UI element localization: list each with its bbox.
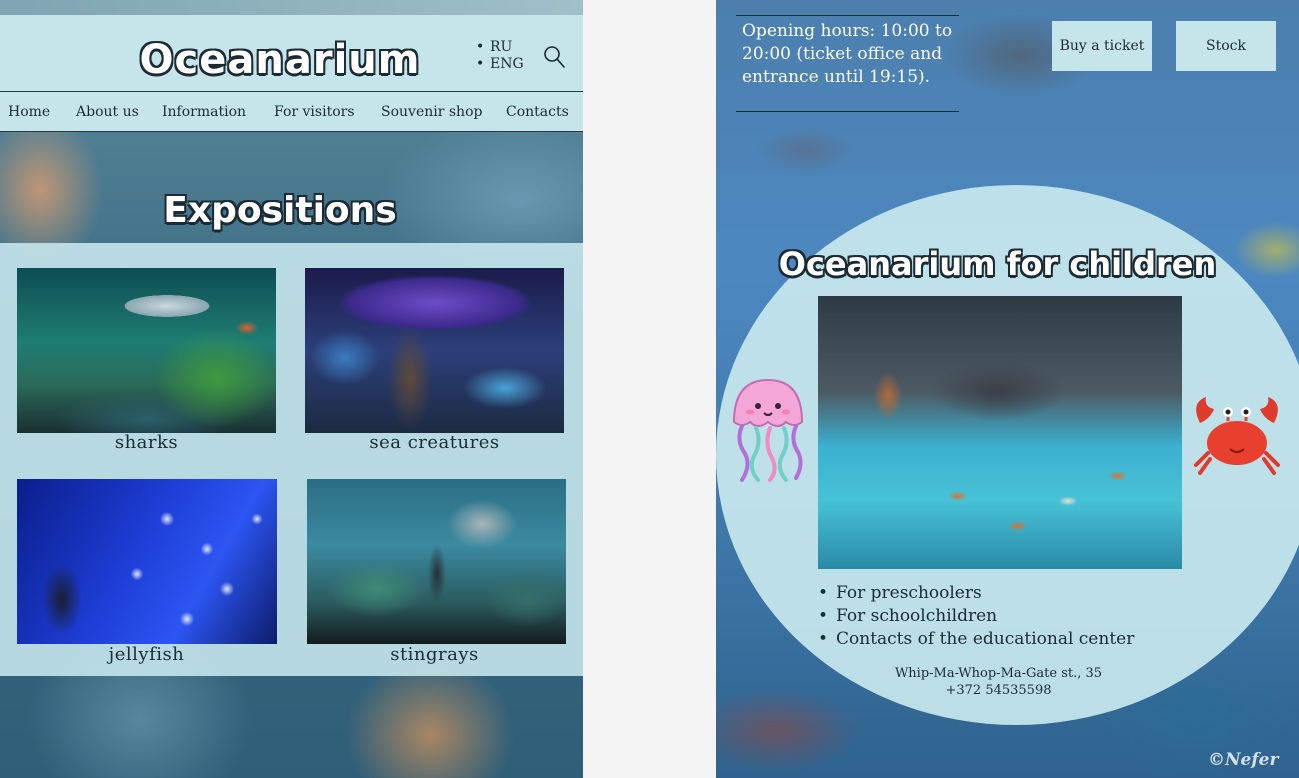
main-navigation: Home About us Information For visitors S… <box>0 91 583 132</box>
educational-center-contacts-link[interactable]: Contacts of the educational center <box>818 628 1134 651</box>
sharks-caption[interactable]: sharks <box>17 432 276 453</box>
sea-creatures-image[interactable] <box>305 268 564 433</box>
children-programs-list: For preschoolers For schoolchildren Cont… <box>818 582 1134 651</box>
oceanarium-children-panel: Opening hours: 10:00 to 20:00 (ticket of… <box>716 0 1299 778</box>
watermark: ©Nefer <box>1208 750 1279 770</box>
sea-creatures-caption[interactable]: sea creatures <box>305 432 564 453</box>
sharks-image[interactable] <box>17 268 276 433</box>
buy-ticket-button[interactable]: Buy a ticket <box>1052 21 1152 71</box>
stingrays-caption[interactable]: stingrays <box>305 644 564 665</box>
stingrays-image[interactable] <box>307 479 566 644</box>
nav-contacts[interactable]: Contacts <box>506 104 569 120</box>
expositions-heading: Expositions <box>163 190 397 231</box>
children-section-title: Oceanarium for children <box>778 245 1217 283</box>
stock-button[interactable]: Stock <box>1176 21 1276 71</box>
site-header: Oceanarium RU ENG <box>0 15 583 91</box>
jellyfish-image[interactable] <box>17 479 277 644</box>
nav-information[interactable]: Information <box>162 104 246 120</box>
language-ru-link[interactable]: RU <box>476 39 524 56</box>
jellyfish-caption[interactable]: jellyfish <box>17 644 276 665</box>
nav-home[interactable]: Home <box>8 104 50 120</box>
program-preschoolers-link[interactable]: For preschoolers <box>818 582 1134 605</box>
expositions-gallery: sharks sea creatures jellyfish stingrays <box>0 243 583 676</box>
oceanarium-home-panel: Oceanarium RU ENG Home About us Informat… <box>0 0 583 778</box>
address-block: Whip-Ma-Whop-Ma-Gate st., 35 +372 545355… <box>716 665 1281 699</box>
opening-hours: Opening hours: 10:00 to 20:00 (ticket of… <box>736 15 959 112</box>
top-strip <box>0 0 583 15</box>
language-eng-link[interactable]: ENG <box>476 56 524 73</box>
jellyfish-icon <box>732 378 804 482</box>
street-address: Whip-Ma-Whop-Ma-Gate st., 35 <box>894 666 1103 681</box>
crab-icon <box>1194 397 1280 475</box>
program-schoolchildren-link[interactable]: For schoolchildren <box>818 605 1134 628</box>
phone-number[interactable]: +372 54535598 <box>716 682 1281 699</box>
search-icon[interactable] <box>542 45 566 69</box>
children-photo <box>818 296 1182 569</box>
nav-souvenir-shop[interactable]: Souvenir shop <box>381 104 482 120</box>
language-list: RU ENG <box>476 39 524 73</box>
nav-for-visitors[interactable]: For visitors <box>274 104 355 120</box>
nav-about-us[interactable]: About us <box>76 104 139 120</box>
